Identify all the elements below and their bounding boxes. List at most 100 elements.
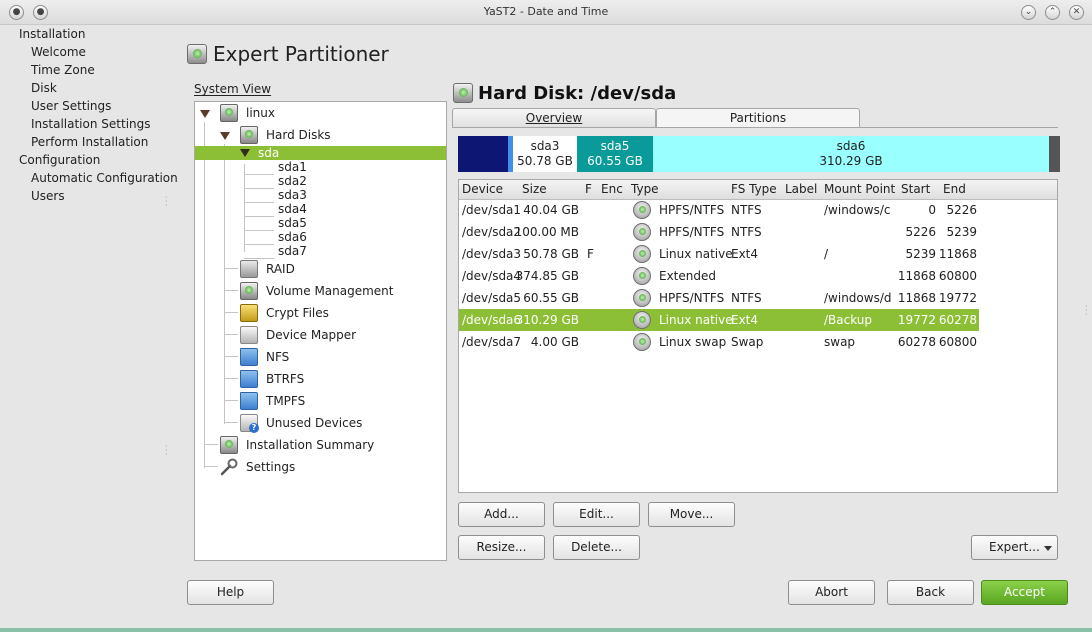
- cell-type: Linux native: [659, 313, 733, 327]
- tab-partitions[interactable]: Partitions: [656, 108, 860, 128]
- step-users: Users: [31, 189, 65, 203]
- column-header-fs-type[interactable]: FS Type: [731, 180, 777, 199]
- expand-arrow-icon[interactable]: [220, 132, 230, 140]
- bar-segment-sda1[interactable]: [458, 136, 508, 172]
- table-row[interactable]: /dev/sda1 40.04 GB HPFS/NTFS NTFS/windows/c…: [459, 199, 979, 221]
- column-header-enc[interactable]: Enc: [601, 180, 623, 199]
- close-icon[interactable]: ✕: [1069, 5, 1084, 20]
- column-header-device[interactable]: Device: [462, 180, 503, 199]
- column-header-start[interactable]: Start: [901, 180, 930, 199]
- splitter-grip[interactable]: · · ·: [1085, 303, 1088, 319]
- resize-button[interactable]: Resize...: [458, 535, 545, 560]
- tab-label: Overview: [525, 111, 583, 125]
- bar-segment-sda3[interactable]: sda3 50.78 GB: [513, 136, 577, 172]
- segment-size: 310.29 GB: [819, 154, 883, 168]
- add-button[interactable]: Add...: [458, 502, 545, 527]
- segment-name: sda6: [836, 139, 866, 153]
- tree-item-btrfs[interactable]: BTRFS: [266, 372, 304, 386]
- tree-line: [224, 356, 238, 357]
- disk-usage-bar: sda3 50.78 GB sda5 60.55 GB sda6 310.29 …: [458, 136, 1060, 172]
- tree-item-hard-disks[interactable]: Hard Disks: [266, 128, 331, 142]
- column-header-label[interactable]: Label: [785, 180, 817, 199]
- expand-arrow-icon[interactable]: [200, 110, 210, 118]
- tree-item-partition[interactable]: sda1: [278, 160, 307, 174]
- tree-item-crypt-files[interactable]: Crypt Files: [266, 306, 329, 320]
- tree-item-settings[interactable]: Settings: [246, 460, 295, 474]
- folder-icon: [240, 370, 258, 388]
- cell-size: 100.00 MB: [514, 225, 579, 239]
- cell-device: /dev/sda4: [462, 269, 522, 283]
- expert-dropdown-button[interactable]: Expert...: [971, 535, 1058, 560]
- tab-divider: [452, 127, 1058, 128]
- table-row[interactable]: /dev/sda6 310.29 GB Linux native Ext4/Backu…: [459, 309, 979, 331]
- tree-item-installation-summary[interactable]: Installation Summary: [246, 438, 374, 452]
- tree-item-partition[interactable]: sda2: [278, 174, 307, 188]
- tree-line: [244, 244, 274, 245]
- cell-type: Linux native: [659, 247, 733, 261]
- tree-item-partition[interactable]: sda6: [278, 230, 307, 244]
- help-button[interactable]: Help: [187, 580, 274, 605]
- partition-disk-icon: [633, 311, 651, 329]
- tree-line: [244, 174, 274, 175]
- tree-item-sda[interactable]: sda: [195, 146, 446, 160]
- table-row[interactable]: /dev/sda7 4.00 GB Linux swap Swap swap 60278 6…: [459, 331, 979, 353]
- cell-end: 5239: [946, 225, 977, 239]
- cell-fs-type: Ext4: [731, 247, 759, 261]
- edit-button[interactable]: Edit...: [553, 502, 640, 527]
- move-button[interactable]: Move...: [648, 502, 735, 527]
- tree-item-nfs[interactable]: NFS: [266, 350, 289, 364]
- expand-arrow-icon[interactable]: [240, 149, 250, 157]
- column-header-mount-point[interactable]: Mount Point: [824, 180, 895, 199]
- splitter-grip[interactable]: · · ·: [165, 443, 168, 459]
- delete-button[interactable]: Delete...: [553, 535, 640, 560]
- table-row[interactable]: /dev/sda4 374.85 GB Extended 11868 60800: [459, 265, 979, 287]
- bar-segment-sda7[interactable]: [1049, 136, 1060, 172]
- tree-line: [244, 258, 274, 259]
- column-header-f[interactable]: F: [585, 180, 592, 199]
- tree-item-partition[interactable]: sda5: [278, 216, 307, 230]
- tree-item-volume-management[interactable]: Volume Management: [266, 284, 394, 298]
- tree-item-tmpfs[interactable]: TMPFS: [266, 394, 305, 408]
- system-view-tree[interactable]: linux Hard Disks sda sda1 sda2 sda3 sda4…: [194, 101, 447, 561]
- table-row[interactable]: /dev/sda5 60.55 GB HPFS/NTFS NTFS/windows/d…: [459, 287, 979, 309]
- tree-item-device-mapper[interactable]: Device Mapper: [266, 328, 356, 342]
- tree-line: [224, 268, 238, 269]
- table-row[interactable]: /dev/sda3 50.78 GB F Linux native Ext4 / 5239 1…: [459, 243, 979, 265]
- accept-button[interactable]: Accept: [981, 580, 1068, 605]
- abort-button[interactable]: Abort: [788, 580, 875, 605]
- column-header-end[interactable]: End: [943, 180, 966, 199]
- bar-segment-sda5[interactable]: sda5 60.55 GB: [577, 136, 653, 172]
- back-button[interactable]: Back: [887, 580, 974, 605]
- cell-start: 5226: [905, 225, 936, 239]
- cell-fs-type: NTFS: [731, 203, 762, 217]
- cell-device: /dev/sda2: [462, 225, 522, 239]
- maximize-icon[interactable]: ⌃: [1045, 5, 1060, 20]
- tree-line: [204, 466, 218, 467]
- cell-size: 40.04 GB: [523, 203, 579, 217]
- cell-type: HPFS/NTFS: [659, 225, 725, 239]
- cell-mount-point: /: [824, 247, 829, 261]
- chevron-down-icon: [1044, 546, 1052, 551]
- window-titlebar: ● ● YaST2 - Date and Time ⌄ ⌃ ✕: [0, 0, 1092, 25]
- cell-mount-point: swap: [824, 335, 856, 349]
- tree-item-partition[interactable]: sda4: [278, 202, 307, 216]
- minimize-icon[interactable]: ⌄: [1021, 5, 1036, 20]
- tree-line: [224, 144, 225, 424]
- tree-item-raid[interactable]: RAID: [266, 262, 295, 276]
- tree-item-unused-devices[interactable]: Unused Devices: [266, 416, 362, 430]
- partition-disk-icon: [633, 223, 651, 241]
- installation-summary-icon: [220, 436, 238, 454]
- tree-item-partition[interactable]: sda7: [278, 244, 307, 258]
- column-header-type[interactable]: Type: [631, 180, 659, 199]
- splitter-grip[interactable]: · · ·: [165, 194, 168, 210]
- tree-item-linux[interactable]: linux: [246, 106, 275, 120]
- cell-end: 60278: [938, 313, 977, 327]
- table-row[interactable]: /dev/sda2 100.00 MB HPFS/NTFS NTFS 5226 5239: [459, 221, 979, 243]
- bar-segment-sda6[interactable]: sda6 310.29 GB: [653, 136, 1049, 172]
- tab-overview[interactable]: Overview: [452, 108, 656, 128]
- column-header-size[interactable]: Size: [522, 180, 547, 199]
- partition-table[interactable]: Device Size F Enc Type FS Type Label Mou…: [458, 179, 1058, 493]
- cell-start: 19772: [897, 313, 936, 327]
- tree-item-partition[interactable]: sda3: [278, 188, 307, 202]
- tree-line: [244, 230, 274, 231]
